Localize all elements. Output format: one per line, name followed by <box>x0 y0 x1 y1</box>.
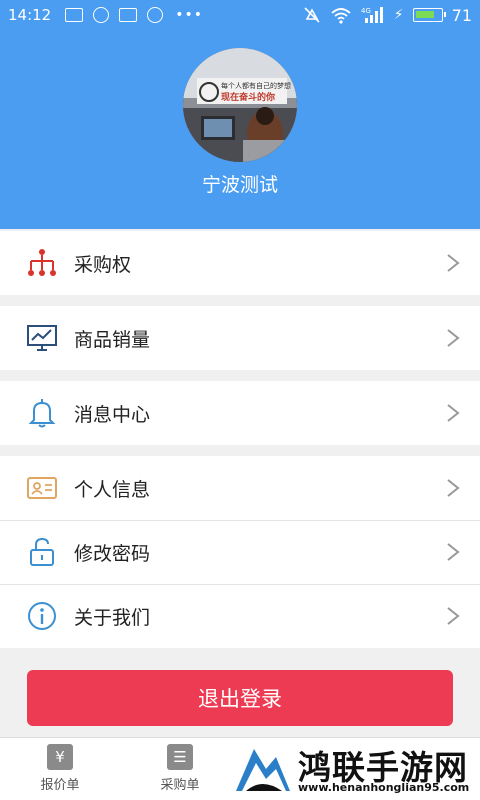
avatar-caption-2: 现在奋斗的你 <box>221 91 275 103</box>
logout-button[interactable]: 退出登录 <box>27 670 453 726</box>
status-bar: 14:12 ••• 4G ⚡ 71 <box>0 0 480 30</box>
avatar-caption-1: 每个人都有自己的梦想 <box>221 81 291 90</box>
signal-icon: 4G <box>361 7 383 23</box>
menu-label: 采购权 <box>74 253 132 276</box>
watermark-url: www.henanhonglian95.com <box>298 781 470 794</box>
more-dots-icon: ••• <box>175 7 204 23</box>
menu-label: 个人信息 <box>74 478 151 501</box>
username: 宁波测试 <box>201 174 278 196</box>
tab-purchase-order[interactable]: ☰ 采购单 <box>145 744 215 793</box>
menu-item-change-password[interactable]: 修改密码 <box>0 520 480 584</box>
monitor-chart-icon <box>26 322 58 354</box>
mute-icon <box>304 7 320 23</box>
menu-item-purchase-rights[interactable]: 采购权 <box>0 231 480 295</box>
chevron-right-icon <box>447 254 460 272</box>
battery-icon <box>412 8 446 22</box>
info-icon <box>26 600 58 632</box>
chevron-right-icon <box>447 329 460 347</box>
battery-level: 71 <box>451 5 472 25</box>
charging-icon: ⚡ <box>393 7 404 23</box>
status-time: 14:12 <box>8 6 52 24</box>
tab-label: 采购单 <box>160 778 200 793</box>
org-chart-icon <box>26 247 58 279</box>
menu-group-purchase: 采购权 <box>0 231 480 295</box>
chevron-right-icon <box>447 543 460 561</box>
watermark-logo <box>236 749 290 791</box>
upload-icon <box>65 8 84 22</box>
share-icon <box>147 7 164 23</box>
svg-text:4G: 4G <box>361 7 371 15</box>
wifi-icon <box>331 8 351 24</box>
menu-label: 商品销量 <box>74 328 151 351</box>
menu-label: 消息中心 <box>74 403 151 426</box>
unlock-icon <box>26 536 58 568</box>
avatar[interactable]: 每个人都有自己的梦想 现在奋斗的你 <box>183 48 297 162</box>
menu-label: 关于我们 <box>74 606 151 629</box>
checklist-icon: ☰ <box>167 744 193 770</box>
avatar-photo: 每个人都有自己的梦想 现在奋斗的你 <box>183 48 297 162</box>
chat-icon <box>93 7 110 23</box>
menu-group-sales: 商品销量 <box>0 306 480 370</box>
menu-group-messages: 消息中心 <box>0 381 480 445</box>
menu-item-product-sales[interactable]: 商品销量 <box>0 306 480 370</box>
profile-header: 每个人都有自己的梦想 现在奋斗的你 宁波测试 <box>0 30 480 229</box>
chevron-right-icon <box>447 607 460 625</box>
menu-label: 修改密码 <box>74 542 151 565</box>
yen-doc-icon: ¥ <box>47 744 73 770</box>
wallet-icon <box>119 8 138 22</box>
menu-item-message-center[interactable]: 消息中心 <box>0 381 480 445</box>
tab-label: 报价单 <box>40 778 80 793</box>
bell-icon <box>26 397 58 429</box>
menu-item-about-us[interactable]: 关于我们 <box>0 584 480 648</box>
chevron-right-icon <box>447 479 460 497</box>
menu-group-account: 个人信息 修改密码 关于我们 <box>0 456 480 648</box>
tab-quotation[interactable]: ¥ 报价单 <box>25 744 95 793</box>
chevron-right-icon <box>447 404 460 422</box>
menu-item-personal-info[interactable]: 个人信息 <box>0 456 480 520</box>
watermark: 鸿联手游网 www.henanhonglian95.com <box>232 741 480 800</box>
id-card-icon <box>26 472 58 504</box>
